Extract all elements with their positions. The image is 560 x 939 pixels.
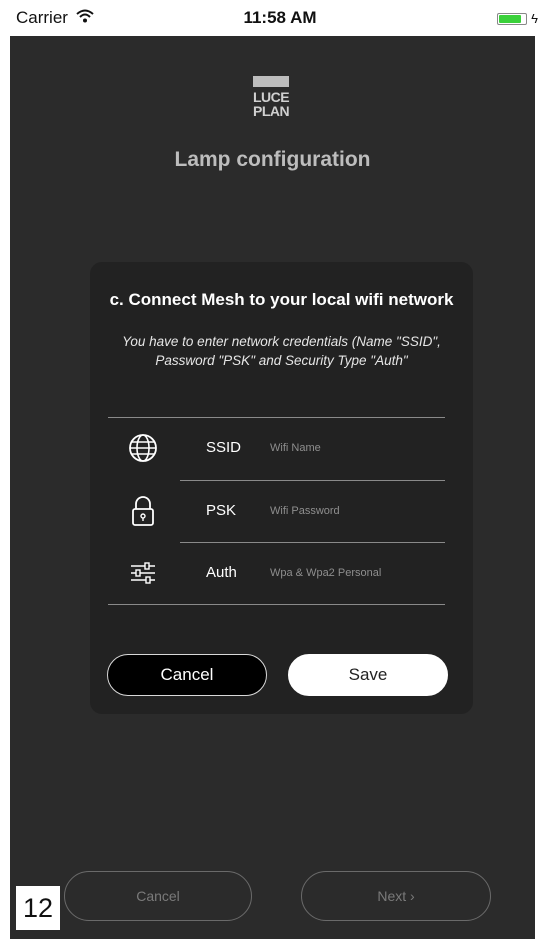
ssid-input[interactable] <box>270 436 440 460</box>
psk-input[interactable] <box>270 499 440 523</box>
auth-label: Auth <box>206 564 237 581</box>
dialog-save-button[interactable]: Save <box>288 654 448 696</box>
footer-next-button[interactable]: Next › <box>301 871 491 921</box>
auth-select[interactable] <box>270 561 440 585</box>
wifi-config-dialog: c. Connect Mesh to your local wifi netwo… <box>90 262 473 714</box>
psk-label: PSK <box>206 502 237 519</box>
footer-cancel-button[interactable]: Cancel <box>64 871 252 921</box>
ssid-label: SSID <box>206 439 242 456</box>
auth-row: Auth <box>110 543 450 605</box>
status-bar: Carrier 11:58 AM ϟ <box>0 0 560 36</box>
charging-icon: ϟ <box>531 11 538 26</box>
psk-row: PSK <box>110 481 450 543</box>
sliders-icon <box>126 556 162 592</box>
logo-bar <box>253 76 289 87</box>
page-number-badge: 12 <box>16 886 60 930</box>
status-right: ϟ <box>497 11 538 26</box>
globe-icon <box>126 431 162 467</box>
lock-icon <box>126 494 162 530</box>
screen-edge <box>535 36 560 939</box>
status-time: 11:58 AM <box>243 8 317 27</box>
page-title: Lamp configuration <box>174 148 371 171</box>
app-screen: LUCE PLAN Lamp configuration c. Connect … <box>10 36 535 939</box>
battery-icon <box>497 12 528 25</box>
logo-line-1: LUCE <box>253 89 290 105</box>
dialog-cancel-button[interactable]: Cancel <box>107 654 267 696</box>
dialog-description: You have to enter network credentials (N… <box>122 334 441 368</box>
luceplan-logo: LUCE PLAN <box>253 76 290 119</box>
divider <box>108 604 445 605</box>
battery-level <box>499 14 522 23</box>
ssid-row: SSID <box>110 418 450 480</box>
phone-screen: Carrier 11:58 AM ϟ LUCE PLAN Lamp config… <box>0 0 560 939</box>
logo-line-2: PLAN <box>253 103 290 119</box>
dialog-title: c. Connect Mesh to your local wifi netwo… <box>109 290 454 309</box>
